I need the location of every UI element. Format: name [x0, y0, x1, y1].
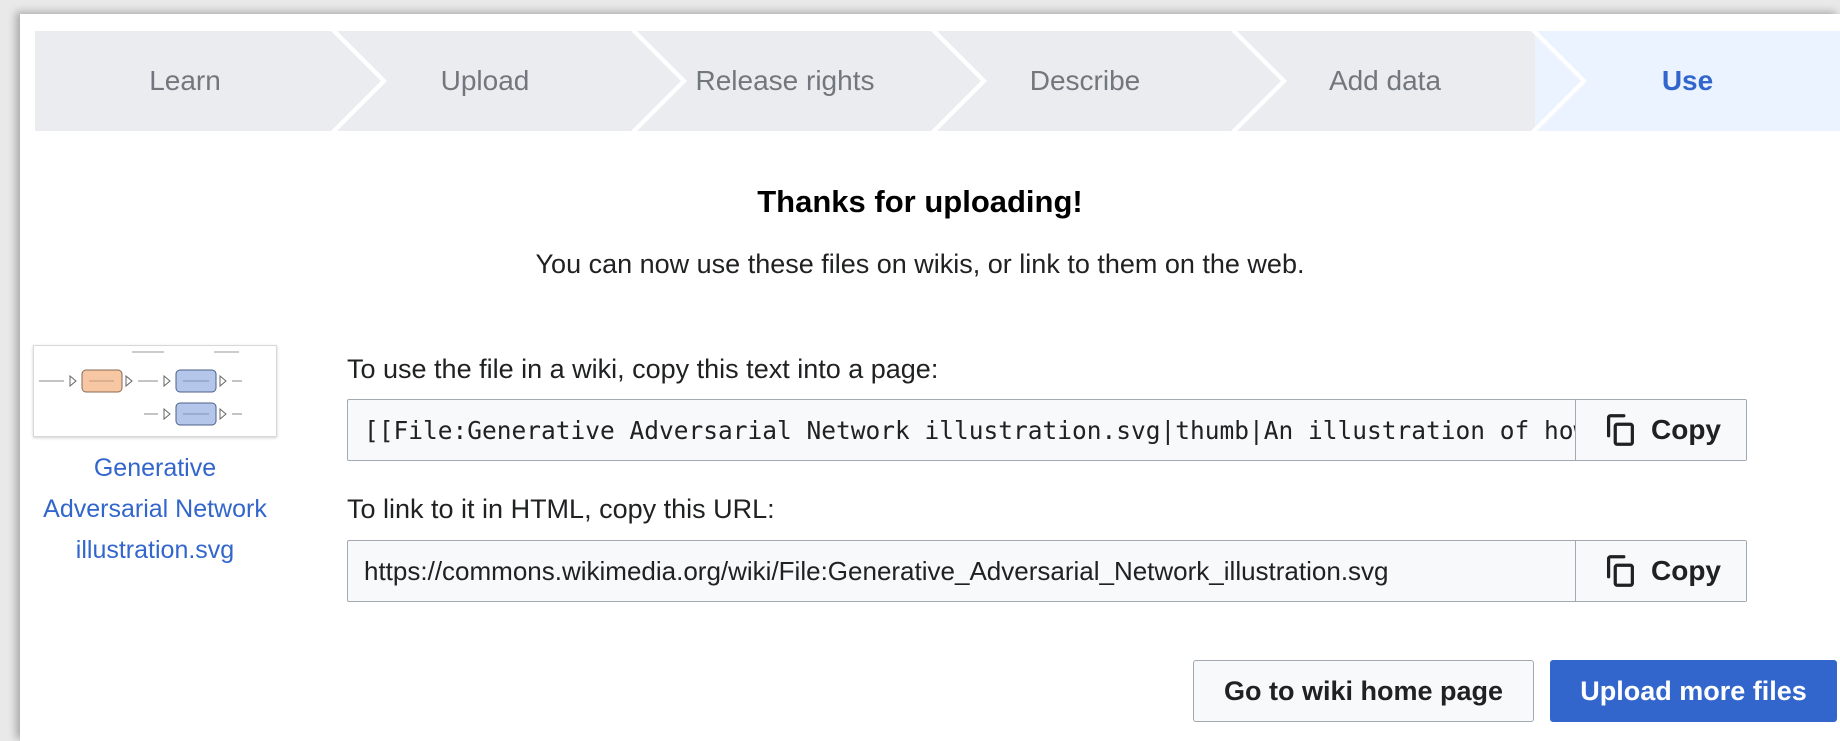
url-input[interactable]: https://commons.wikimedia.org/wiki/File:…	[348, 541, 1575, 601]
chevron-separator-icon	[631, 31, 687, 131]
file-name-line: illustration.svg	[75, 536, 235, 564]
file-thumbnail[interactable]	[33, 345, 277, 437]
copy-url-button[interactable]: Copy	[1575, 541, 1746, 601]
step-learn-label: Learn	[149, 65, 221, 96]
copy-label: Copy	[1651, 414, 1721, 445]
chevron-separator-icon	[931, 31, 987, 131]
chevron-separator-icon	[331, 31, 387, 131]
page-subtitle: You can now use these files on wikis, or…	[535, 249, 1305, 279]
url-copy-field: https://commons.wikimedia.org/wiki/File:…	[347, 540, 1747, 602]
file-name-line: Adversarial Network	[43, 495, 267, 523]
wizard-steps-bar: Learn Upload Release rights Describe Add…	[35, 31, 1840, 131]
step-upload-label: Upload	[440, 65, 530, 96]
copy-wikitext-button[interactable]: Copy	[1575, 400, 1746, 460]
url-label: To link to it in HTML, copy this URL:	[347, 494, 775, 524]
step-use-label: Use	[1661, 65, 1714, 96]
copy-icon	[1606, 414, 1634, 446]
copy-icon	[1606, 555, 1634, 587]
step-describe-label: Describe	[1029, 65, 1141, 96]
wikitext-input[interactable]: [[File:Generative Adversarial Network il…	[348, 400, 1575, 460]
go-to-wiki-home-button[interactable]: Go to wiki home page	[1193, 660, 1534, 722]
page-title: Thanks for uploading!	[757, 184, 1083, 219]
file-name-line: Generative	[93, 454, 217, 482]
copy-label: Copy	[1651, 555, 1721, 586]
step-release-label: Release rights	[695, 65, 875, 96]
upload-wizard-window: Learn Upload Release rights Describe Add…	[20, 14, 1840, 741]
step-learn: Learn	[35, 31, 387, 131]
wikitext-label: To use the file in a wiki, copy this tex…	[347, 354, 939, 384]
file-name-link[interactable]: Generative Adversarial Network illustrat…	[20, 448, 290, 571]
step-adddata-label: Add data	[1328, 65, 1442, 96]
diagram-thumbnail-image	[39, 351, 242, 426]
chevron-separator-icon	[1231, 31, 1287, 131]
upload-more-files-button[interactable]: Upload more files	[1550, 660, 1837, 722]
chevron-separator-icon	[1531, 31, 1587, 131]
wikitext-copy-field: [[File:Generative Adversarial Network il…	[347, 399, 1747, 461]
